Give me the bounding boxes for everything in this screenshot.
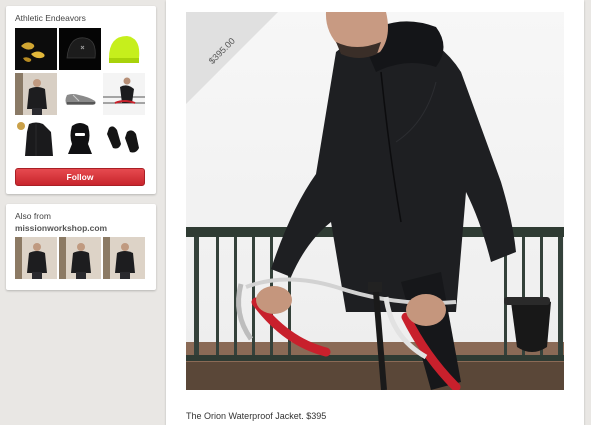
also-from-label: Also from — [15, 211, 51, 221]
source-link[interactable]: missionworkshop.com — [15, 223, 107, 233]
pin-detail-card: $395.00 The Orion Waterproof Jacket. $39… — [166, 0, 584, 425]
board-title[interactable]: Athletic Endeavors — [15, 13, 86, 23]
pin-thumb-black-hat[interactable] — [59, 28, 101, 70]
source-pin-thumb-1[interactable] — [15, 237, 57, 279]
source-pin-thumb-3[interactable] — [103, 237, 145, 279]
pin-caption: The Orion Waterproof Jacket. $395 — [186, 411, 327, 421]
pin-thumb-man-jacket[interactable] — [15, 73, 57, 115]
pin-photo[interactable]: $395.00 — [186, 12, 564, 390]
source-pin-thumb-2[interactable] — [59, 237, 101, 279]
board-card: Athletic Endeavors Follow — [6, 6, 156, 194]
pin-thumb-cyclist[interactable] — [103, 73, 145, 115]
pin-thumb-sneaker[interactable] — [59, 73, 101, 115]
pin-thumb-glove-pair[interactable] — [103, 118, 145, 160]
follow-button[interactable]: Follow — [15, 168, 145, 186]
pin-thumb-yellow-beanie[interactable] — [103, 28, 145, 70]
also-from-card: Also from missionworkshop.com — [6, 204, 156, 290]
pin-thumb-jacket[interactable] — [15, 118, 57, 160]
pin-thumb-gloves[interactable] — [15, 28, 57, 70]
pin-thumb-balaclava[interactable] — [59, 118, 101, 160]
